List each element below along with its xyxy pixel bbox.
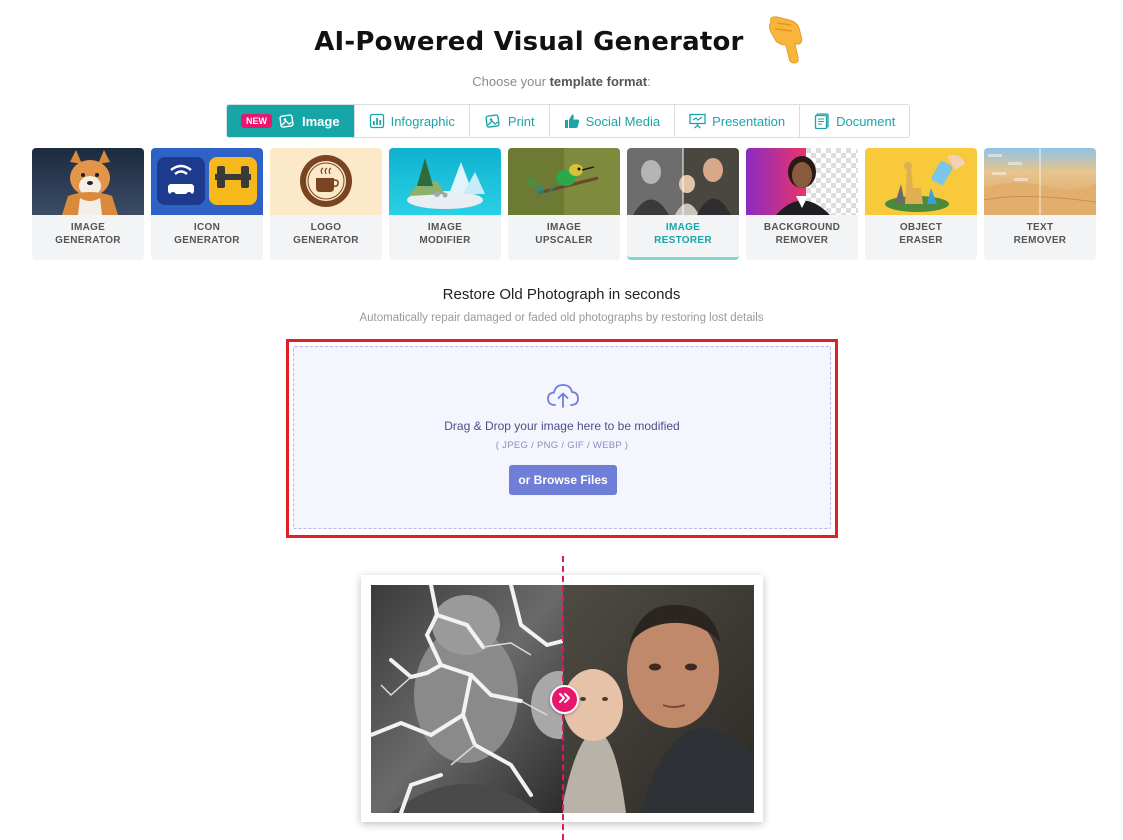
tool-label: OBJECT ERASER [899,222,943,246]
tab-infographic[interactable]: Infographic [355,105,470,137]
tool-background-remover[interactable]: BACKGROUND REMOVER [746,148,858,260]
object-eraser-thumbnail [865,148,977,215]
tab-image[interactable]: NEW Image [227,105,355,137]
image-icon [278,112,296,130]
image-dropzone[interactable]: Drag & Drop your image here to be modifi… [293,346,831,529]
tool-image-upscaler[interactable]: IMAGE UPSCALER [508,148,620,260]
tool-label: TEXT REMOVER [1013,222,1067,246]
tool-image-modifier[interactable]: IMAGE MODIFIER [389,148,501,260]
modifier-thumbnail [389,148,501,215]
tool-image-restorer[interactable]: IMAGE RESTORER [627,148,739,260]
section-heading: Restore Old Photograph in seconds [442,286,681,303]
browse-files-button[interactable]: or Browse Files [509,465,617,495]
tab-label: Document [836,113,896,129]
tool-cards: IMAGE GENERATOR ICON GENERATOR LOGO GENE… [32,148,1096,260]
tool-label: BACKGROUND REMOVER [763,222,841,246]
double-chevron-right-icon [558,691,572,709]
tool-label: IMAGE RESTORER [654,222,712,246]
tab-label: Presentation [712,113,786,129]
tab-label: Social Media [585,113,661,129]
comparison-slider-handle[interactable] [550,685,579,714]
tab-print[interactable]: Print [470,105,550,137]
corgi-thumbnail [32,148,144,215]
page-title: AI-Powered Visual Generator [0,14,1123,71]
icon-thumbnail [151,148,263,215]
print-image-icon [484,112,502,130]
tool-object-eraser[interactable]: OBJECT ERASER [865,148,977,260]
tool-label: LOGO GENERATOR [293,222,359,246]
restorer-thumbnail [627,148,739,215]
cloud-upload-icon [546,383,580,414]
tool-image-generator[interactable]: IMAGE GENERATOR [32,148,144,260]
drop-instructions: Drag & Drop your image here to be modifi… [444,419,680,433]
template-format-prompt: Choose your template format: [472,74,651,89]
tab-label: Infographic [390,113,455,129]
tab-presentation[interactable]: Presentation [675,105,801,137]
text-remover-thumbnail [984,148,1096,215]
bar-chart-icon [369,113,385,129]
tool-icon-generator[interactable]: ICON GENERATOR [151,148,263,260]
tab-label: Image [302,113,340,129]
document-icon [814,113,830,129]
tool-label: IMAGE UPSCALER [535,222,593,246]
format-tabs: NEW Image Infographic Print Social Media… [226,104,911,138]
tab-label: Print [507,113,535,129]
new-badge: NEW [241,114,272,128]
tool-label: IMAGE GENERATOR [55,222,121,246]
pointing-hand-icon [765,14,809,71]
tool-label: IMAGE MODIFIER [419,222,471,246]
tool-label: ICON GENERATOR [174,222,240,246]
logo-thumbnail [270,148,382,215]
background-remover-thumbnail [746,148,858,215]
section-description: Automatically repair damaged or faded ol… [359,312,764,324]
thumbs-up-icon [564,113,580,129]
supported-formats: ( JPEG / PNG / GIF / WEBP ) [495,440,629,451]
presentation-icon [689,113,706,129]
page-title-text: AI-Powered Visual Generator [314,27,744,57]
tool-text-remover[interactable]: TEXT REMOVER [984,148,1096,260]
upscaler-thumbnail [508,148,620,215]
tool-logo-generator[interactable]: LOGO GENERATOR [270,148,382,260]
tab-social-media[interactable]: Social Media [550,105,676,137]
tab-document[interactable]: Document [800,105,909,137]
